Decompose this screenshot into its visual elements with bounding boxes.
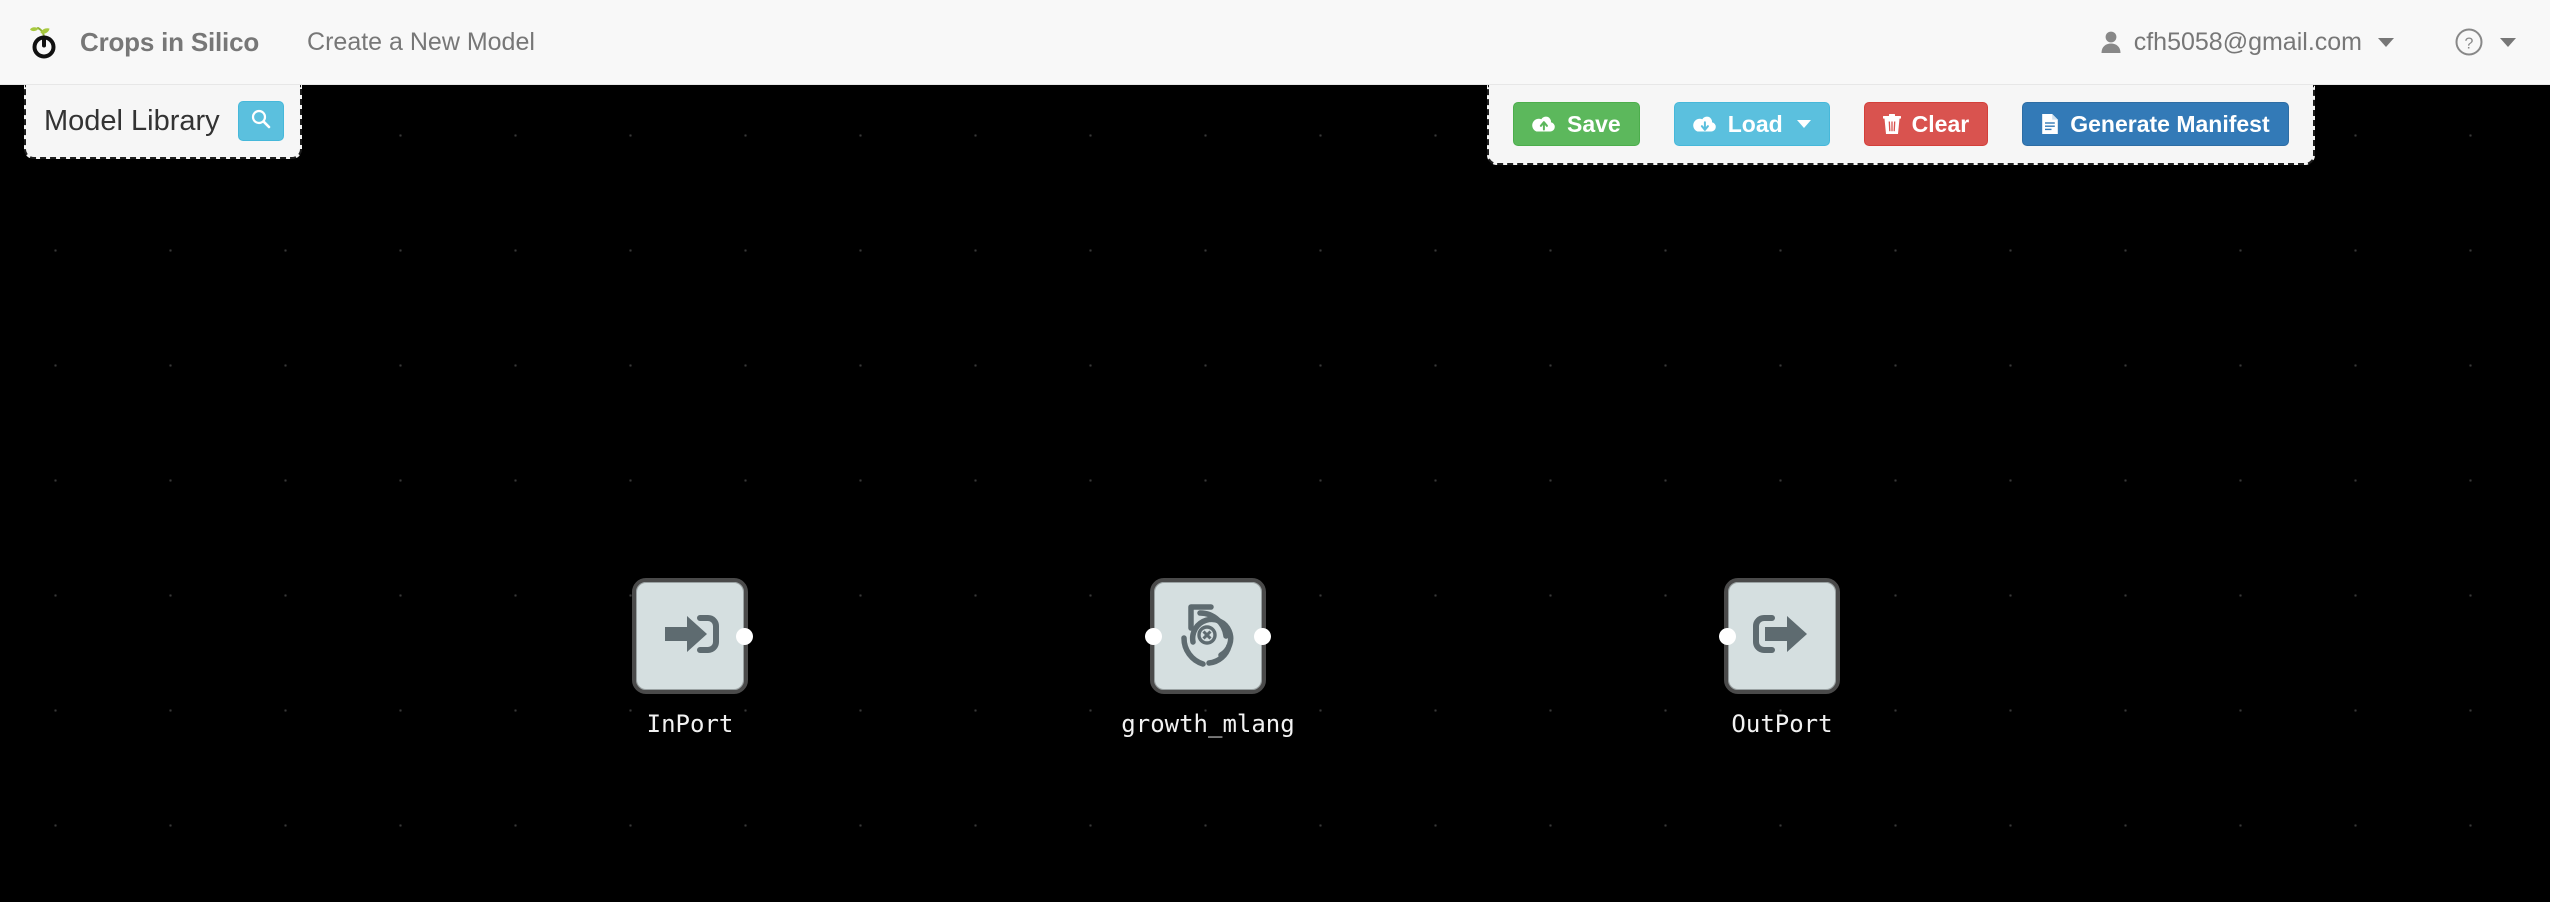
- node-label: InPort: [646, 710, 734, 738]
- node-body[interactable]: [1145, 578, 1271, 694]
- user-email: cfh5058@gmail.com: [2133, 27, 2362, 56]
- clear-button[interactable]: Clear: [1863, 102, 1989, 146]
- graph-node-inport[interactable]: InPort: [632, 578, 753, 738]
- node-output-port[interactable]: [736, 627, 753, 645]
- node-label: growth_mlang: [1121, 710, 1295, 738]
- question-circle-icon: ?: [2454, 27, 2484, 57]
- node-body[interactable]: [632, 578, 753, 694]
- save-button[interactable]: Save: [1513, 102, 1640, 146]
- node-input-port[interactable]: [1145, 627, 1162, 645]
- generate-manifest-button-label: Generate Manifest: [2070, 110, 2270, 137]
- top-navbar: Crops in Silico Create a New Model cfh50…: [0, 0, 2550, 85]
- graph-node-growth-mlang[interactable]: growth_mlang: [1121, 578, 1295, 738]
- node-label-wrapper: growth_mlang: [1121, 694, 1294, 738]
- svg-text:?: ?: [2465, 36, 2474, 53]
- navbar-left-group: Crops in Silico Create a New Model: [0, 20, 535, 64]
- brand-name[interactable]: Crops in Silico: [80, 27, 259, 58]
- node-label: OutPort: [1731, 710, 1833, 738]
- save-button-label: Save: [1567, 110, 1621, 137]
- chevron-down-icon: [2500, 37, 2516, 47]
- model-library-label: Model Library: [44, 104, 220, 137]
- user-icon: [2100, 30, 2122, 54]
- graph-node-outport[interactable]: OutPort: [1719, 578, 1840, 738]
- generate-manifest-button[interactable]: Generate Manifest: [2022, 102, 2289, 146]
- user-menu[interactable]: cfh5058@gmail.com: [2100, 28, 2394, 57]
- app-root: Crops in Silico Create a New Model cfh50…: [0, 0, 2550, 902]
- model-five-arcs-icon: [1169, 595, 1247, 678]
- sign-out-arrow-icon: [1747, 599, 1817, 674]
- model-library-panel: Model Library: [24, 85, 302, 159]
- cloud-upload-icon: [1532, 114, 1556, 134]
- navbar-right-group: cfh5058@gmail.com ?: [2100, 27, 2550, 57]
- model-library-search-button[interactable]: [237, 101, 284, 141]
- nav-link-create-new-model[interactable]: Create a New Model: [307, 28, 535, 57]
- help-menu[interactable]: ?: [2454, 27, 2516, 57]
- file-text-icon: [2041, 113, 2059, 135]
- model-toolbar-panel: Save Load Clear Generate Manifest: [1487, 85, 2315, 165]
- node-input-port[interactable]: [1719, 627, 1736, 645]
- load-button-label: Load: [1727, 110, 1783, 137]
- clear-button-label: Clear: [1911, 110, 1970, 137]
- chevron-down-icon: [2378, 37, 2394, 47]
- node-output-port[interactable]: [1254, 627, 1271, 645]
- trash-icon: [1882, 113, 1901, 135]
- sign-in-arrow-icon: [655, 599, 725, 674]
- sprout-power-logo-icon[interactable]: [22, 20, 66, 64]
- search-icon: [250, 108, 272, 135]
- load-button[interactable]: Load: [1673, 102, 1830, 146]
- cloud-download-icon: [1692, 114, 1717, 134]
- chevron-down-icon: [1796, 120, 1811, 128]
- node-body[interactable]: [1719, 578, 1840, 694]
